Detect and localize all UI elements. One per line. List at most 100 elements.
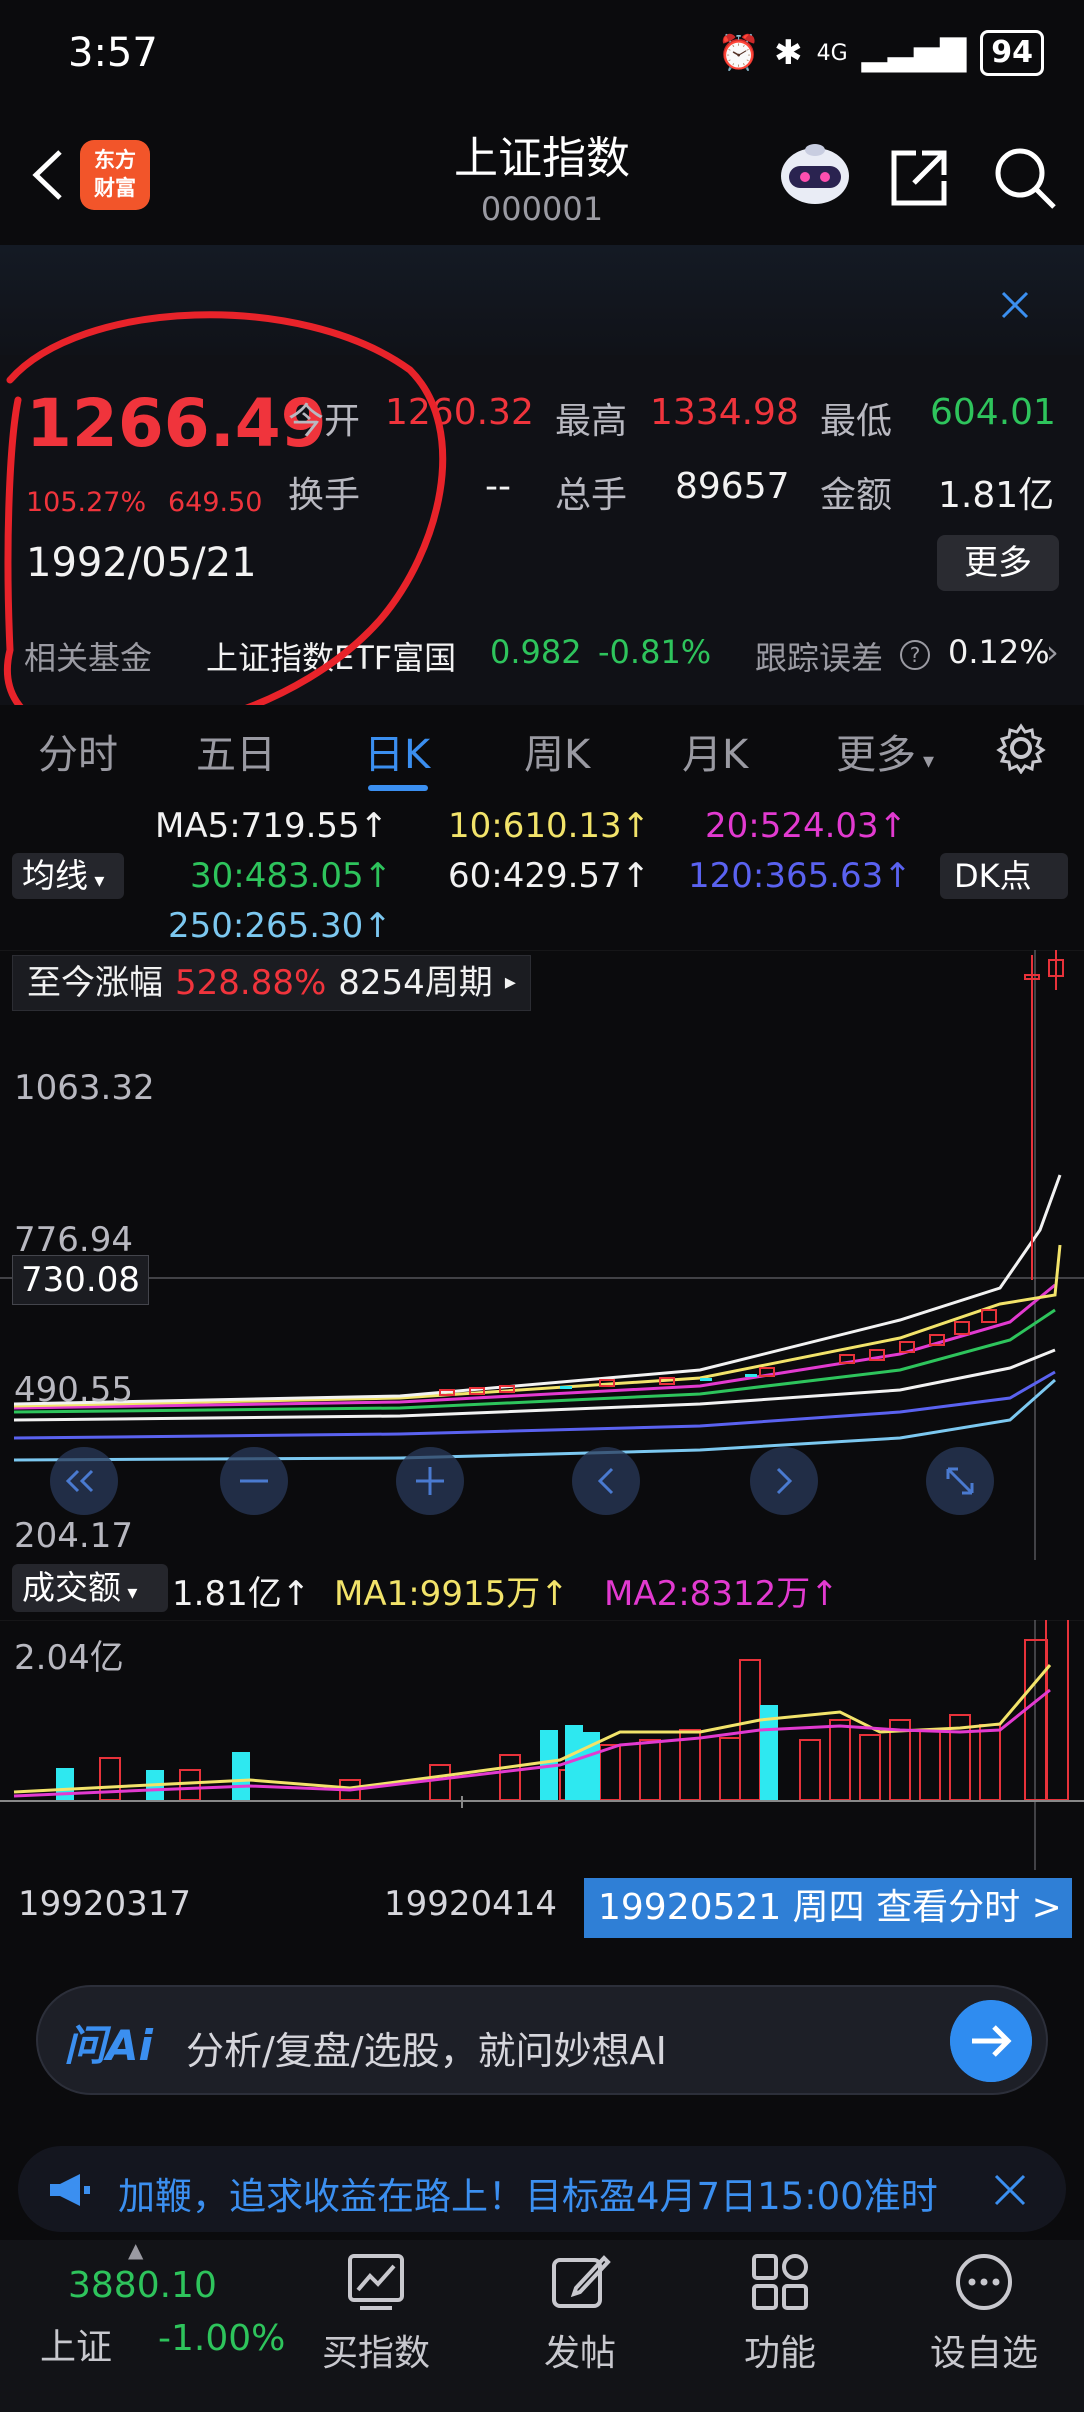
y-axis-label-3: 490.55 xyxy=(14,1370,133,1410)
candles xyxy=(439,950,1064,1396)
ma250-value: 250:265.30↑ xyxy=(168,906,392,946)
status-icons: ⏰ ✱ 4G ▂▃▅▇ 94 xyxy=(718,30,1044,76)
low-value: 604.01 xyxy=(930,392,1056,433)
scroll-left-button xyxy=(572,1447,640,1515)
volume-ma1: MA1:9915万↑ xyxy=(334,1574,569,1614)
volume-indicator-select[interactable]: 成交额 ▾ xyxy=(12,1564,168,1612)
tab-more-label: 更多 xyxy=(836,732,916,778)
close-icon[interactable] xyxy=(995,285,1035,325)
close-icon[interactable] xyxy=(990,2170,1030,2210)
ma120-value: 120:365.63↑ xyxy=(688,856,912,896)
candle xyxy=(700,1378,712,1381)
y-axis-label-top: 1063.32 xyxy=(14,1068,155,1108)
bluetooth-icon: ✱ xyxy=(774,33,803,73)
amount-value: 1.81亿 xyxy=(938,475,1055,516)
ma10-value: 10:610.13↑ xyxy=(448,806,651,846)
nav-add-watchlist[interactable]: 设自选 xyxy=(894,2250,1074,2376)
ma-select-button[interactable]: 均线 ▾ xyxy=(12,853,124,899)
ma60-value: 60:429.57↑ xyxy=(448,856,651,896)
candle xyxy=(499,1385,515,1393)
ma5-value: MA5:719.55↑ xyxy=(155,806,389,846)
ma250-line xyxy=(13,1378,1056,1462)
nav-functions[interactable]: 功能 xyxy=(690,2250,870,2376)
candle xyxy=(981,1309,997,1323)
amount-label: 金额 xyxy=(820,475,893,516)
edit-icon xyxy=(552,2255,611,2308)
view-intraday-button[interactable]: 19920521 周四 查看分时 > xyxy=(584,1878,1072,1938)
caret-up-icon: ▲ xyxy=(128,2238,144,2262)
chevron-right-icon[interactable]: › xyxy=(1046,633,1059,671)
nav-post[interactable]: 发帖 xyxy=(490,2250,670,2376)
robot-assistant-icon[interactable] xyxy=(775,140,855,210)
volume-indicator-label: 成交额 xyxy=(22,1568,121,1607)
ma10-line xyxy=(13,1244,1062,1408)
nav-functions-label: 功能 xyxy=(743,2333,816,2374)
help-icon[interactable]: ? xyxy=(898,638,932,672)
ma-select-label: 均线 xyxy=(22,856,88,895)
volume-value: 89657 xyxy=(675,466,790,507)
active-tab-indicator xyxy=(368,785,428,791)
ai-logo: 问Ai xyxy=(64,2021,153,2070)
date-mid: 19920414 xyxy=(384,1884,558,1924)
tab-intraday[interactable]: 分时 xyxy=(38,722,118,780)
gear-icon[interactable] xyxy=(995,722,1047,774)
y-axis-label-2: 776.94 xyxy=(14,1220,133,1260)
volume-value: 1.81亿↑ xyxy=(172,1574,311,1614)
share-icon[interactable] xyxy=(886,145,952,211)
volume-label: 总手 xyxy=(555,475,628,516)
arrow-right-icon[interactable] xyxy=(950,2000,1032,2082)
fund-change: -0.81% xyxy=(598,633,712,671)
search-icon[interactable] xyxy=(990,143,1060,213)
volume-ma2: MA2:8312万↑ xyxy=(604,1574,839,1614)
y-axis-label-bottom: 204.17 xyxy=(14,1516,133,1556)
volume-chart[interactable] xyxy=(0,1620,1084,1870)
range-change-box[interactable]: 至今涨幅 528.88% 8254周期 ▸ xyxy=(12,955,531,1011)
turnover-value: -- xyxy=(485,466,511,507)
kline-chart[interactable] xyxy=(0,950,1084,1560)
candle xyxy=(954,1321,970,1335)
high-label: 最高 xyxy=(555,401,628,442)
range-label: 至今涨幅 xyxy=(27,963,163,1003)
tab-weekly-k[interactable]: 周K xyxy=(524,722,590,780)
market-index-value[interactable]: 3880.10 xyxy=(68,2265,217,2306)
fund-price: 0.982 xyxy=(490,633,582,671)
range-percent: 528.88% xyxy=(175,963,327,1003)
network-label: 4G xyxy=(816,40,848,66)
caret-down-icon: ▾ xyxy=(121,1580,138,1604)
date-start: 19920317 xyxy=(18,1884,192,1924)
nav-buy-index-label: 买指数 xyxy=(321,2333,430,2374)
tracking-error-value: 0.12% xyxy=(948,633,1050,671)
range-periods: 8254周期 xyxy=(338,963,493,1003)
ma20-value: 20:524.03↑ xyxy=(705,806,908,846)
nav-add-watchlist-label: 设自选 xyxy=(929,2333,1038,2374)
ma30-value: 30:483.05↑ xyxy=(190,856,393,896)
tab-daily-k[interactable]: 日K xyxy=(364,722,430,780)
tab-more[interactable]: 更多 ▾ xyxy=(836,722,934,780)
low-label: 最低 xyxy=(820,401,893,442)
market-index-change: -1.00% xyxy=(158,2318,286,2359)
tab-monthly-k[interactable]: 月K xyxy=(682,722,748,780)
svg-text:?: ? xyxy=(910,643,921,667)
more-dots-icon xyxy=(956,2254,1012,2310)
chart-controls xyxy=(50,1447,994,1515)
candle xyxy=(745,1374,757,1377)
scroll-right-button xyxy=(750,1447,818,1515)
nav-post-label: 发帖 xyxy=(543,2333,616,2374)
dk-point-button[interactable]: DK点 xyxy=(940,853,1068,899)
tab-five-day[interactable]: 五日 xyxy=(196,722,276,780)
ai-placeholder[interactable]: 分析/复盘/选股，就问妙想AI xyxy=(186,2020,667,2075)
battery-indicator: 94 xyxy=(980,30,1044,76)
notice-text: 加鞭，追求收益在路上！目标盈4月7日15:00准时 xyxy=(118,2175,938,2218)
grid-icon xyxy=(752,2254,808,2310)
status-time: 3:57 xyxy=(68,30,158,76)
signal-icon: ▂▃▅▇ xyxy=(861,33,967,73)
nav-buy-index[interactable]: 买指数 xyxy=(286,2250,466,2376)
red-circle-annotation xyxy=(3,311,447,739)
caret-right-icon: ▸ xyxy=(504,970,516,995)
crosshair-value: 730.08 xyxy=(12,1255,149,1305)
more-button[interactable]: 更多 xyxy=(937,535,1059,591)
candle xyxy=(560,1386,572,1389)
high-value: 1334.98 xyxy=(650,392,799,433)
ma30-line xyxy=(13,1308,1056,1414)
market-index-name[interactable]: 上证 xyxy=(40,2318,112,2370)
